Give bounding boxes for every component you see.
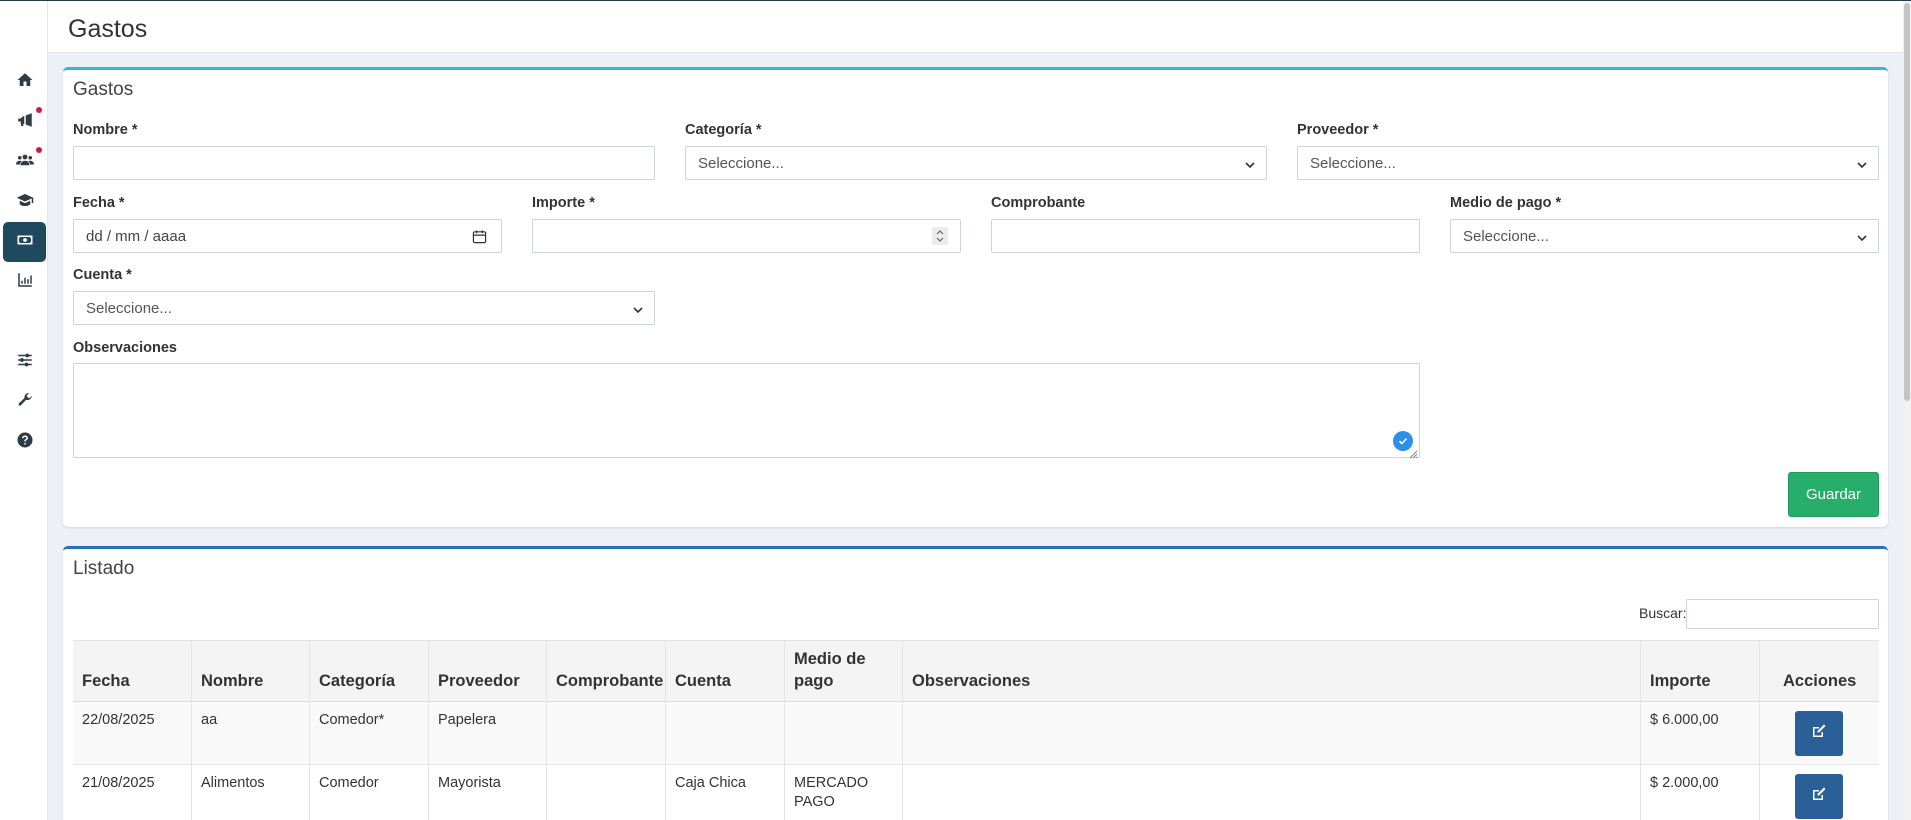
save-button[interactable]: Guardar [1788,472,1879,517]
column-divider [191,640,192,820]
column-divider [309,640,310,820]
nombre-input[interactable] [73,146,655,180]
column-header-nombre[interactable]: Nombre [201,670,263,692]
cuenta-select[interactable]: Seleccione... [73,291,655,325]
home-icon [16,71,34,94]
column-header-importe[interactable]: Importe [1650,670,1711,692]
column-divider [428,640,429,820]
page-scrollbar[interactable] [1903,1,1911,820]
cell-fecha: 21/08/2025 [82,775,155,791]
cell-proveedor: Papelera [438,712,497,728]
proveedor-label: Proveedor * [1297,122,1379,138]
table-header: Fecha Nombre Categoría Proveedor Comprob… [73,640,1879,702]
chevron-down-icon [632,303,644,315]
column-header-fecha[interactable]: Fecha [82,670,130,692]
importe-input[interactable] [532,219,961,253]
cell-fecha: 22/08/2025 [82,712,155,728]
edit-button[interactable] [1795,711,1843,756]
proveedor-selected: Seleccione... [1310,154,1396,172]
expense-form-card: Gastos Nombre * Categoría * Seleccione..… [63,67,1888,527]
cell-importe: $ 2.000,00 [1650,775,1719,791]
column-header-proveedor[interactable]: Proveedor [438,670,520,692]
observaciones-label: Observaciones [73,340,177,356]
fecha-placeholder: dd / mm / aaaa [86,227,187,245]
money-icon [16,231,34,254]
table-row: 22/08/2025 aa Comedor* Papelera $ 6.000,… [73,702,1879,765]
users-icon [15,151,34,174]
sidebar-item-settings[interactable] [3,342,46,382]
cuenta-selected: Seleccione... [86,299,172,317]
nombre-label: Nombre * [73,122,138,138]
sidebar-item-reports[interactable] [3,262,46,302]
column-divider [1759,640,1760,820]
column-divider [1640,640,1641,820]
column-divider [784,640,785,820]
cell-categoria: Comedor* [319,712,385,728]
notification-dot [36,107,42,113]
sidebar-item-help[interactable] [3,422,46,462]
edit-icon [1811,723,1827,744]
table-row: 21/08/2025 Alimentos Comedor Mayorista C… [73,765,1879,820]
search-input[interactable] [1686,599,1879,629]
cell-importe: $ 6.000,00 [1650,712,1719,728]
column-header-acciones: Acciones [1783,672,1857,690]
cell-nombre: Alimentos [201,775,265,791]
number-spinner-icon[interactable] [932,227,948,245]
column-divider [546,640,547,820]
graduation-cap-icon [16,191,34,214]
listado-card: Listado Buscar: Fecha Nombre Categoría P… [63,546,1888,820]
cell-categoria: Comedor [319,775,379,791]
calendar-icon[interactable] [472,229,487,248]
scrollbar-thumb[interactable] [1904,3,1910,401]
chevron-down-icon [1856,158,1868,170]
column-header-observaciones[interactable]: Observaciones [912,670,1030,692]
edit-button[interactable] [1795,774,1843,819]
sidebar-item-home[interactable] [3,62,46,102]
medio-pago-label: Medio de pago * [1450,195,1562,211]
importe-label: Importe * [532,195,595,211]
wrench-icon [16,391,34,414]
proveedor-select[interactable]: Seleccione... [1297,146,1879,180]
cell-medio-pago: MERCADO PAGO [794,775,869,810]
cuenta-label: Cuenta * [73,267,132,283]
listado-card-title: Listado [73,558,135,579]
column-divider [902,640,903,820]
comprobante-label: Comprobante [991,195,1086,211]
sliders-icon [16,351,34,374]
edit-icon [1811,786,1827,807]
categoria-label: Categoría * [685,122,762,138]
column-header-categoria[interactable]: Categoría [319,670,395,692]
chart-icon [16,271,34,294]
column-header-cuenta[interactable]: Cuenta [675,670,731,692]
column-header-comprobante[interactable]: Comprobante [556,670,663,692]
observaciones-textarea[interactable] [73,363,1420,459]
page-title: Gastos [68,15,148,43]
cell-proveedor: Mayorista [438,775,501,791]
search-label: Buscar: [1639,605,1687,621]
megaphone-icon [16,111,34,134]
fecha-input[interactable]: dd / mm / aaaa [73,219,502,253]
comprobante-input[interactable] [991,219,1420,253]
column-divider [665,640,666,820]
sidebar-item-tools[interactable] [3,382,46,422]
notification-dot [36,147,42,153]
medio-pago-select[interactable]: Seleccione... [1450,219,1879,253]
resize-handle-icon[interactable] [1408,446,1418,459]
sidebar [0,1,48,820]
help-icon [16,431,34,454]
sidebar-item-expenses[interactable] [3,222,46,262]
chevron-down-icon [1244,158,1256,170]
form-card-title: Gastos [73,79,134,100]
chevron-down-icon [1856,231,1868,243]
column-header-medio-pago[interactable]: Medio de pago [794,648,894,692]
cell-nombre: aa [201,712,218,728]
medio-pago-selected: Seleccione... [1463,227,1549,245]
page-header: Gastos [48,1,1903,53]
categoria-selected: Seleccione... [698,154,784,172]
cell-cuenta: Caja Chica [675,775,746,791]
fecha-label: Fecha * [73,195,125,211]
sidebar-item-courses[interactable] [3,182,46,222]
categoria-select[interactable]: Seleccione... [685,146,1267,180]
